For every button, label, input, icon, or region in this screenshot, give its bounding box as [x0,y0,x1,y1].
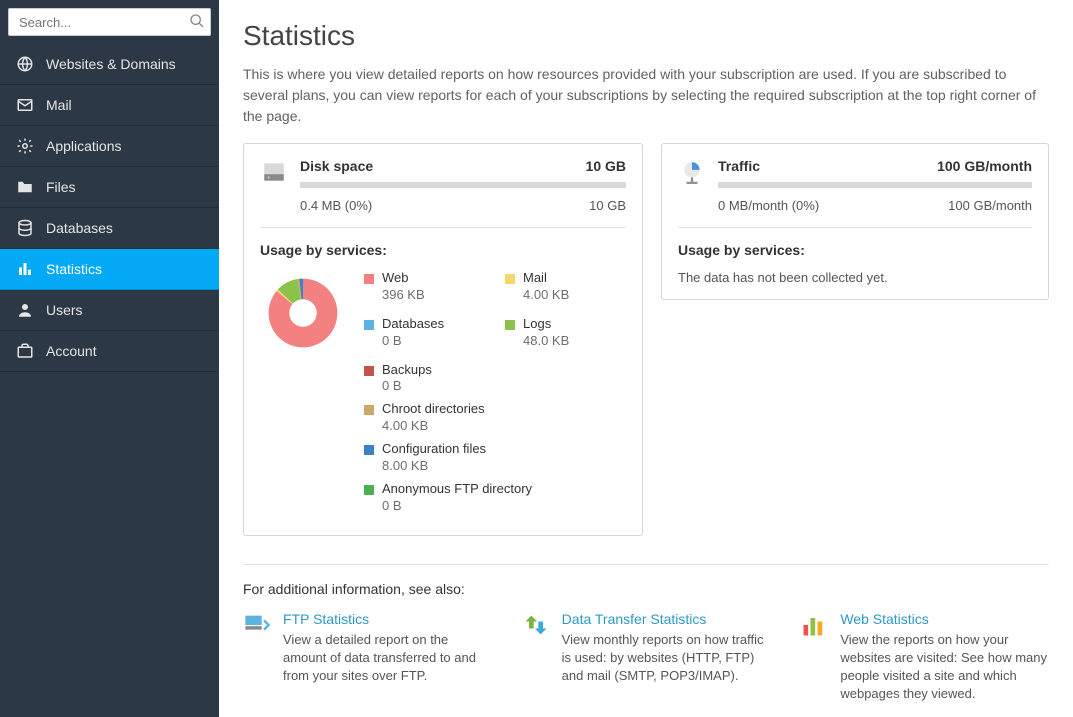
disk-total-top: 10 GB [586,158,626,174]
disk-title: Disk space [300,158,373,174]
legend-name: Chroot directories [382,401,485,418]
nav-label: Databases [46,220,113,236]
traffic-used: 0 MB/month (0%) [718,198,819,213]
legend-value: 0 B [382,378,432,395]
sidebar: Websites & Domains Mail Applications Fil… [0,0,219,717]
legend-value: 48.0 KB [523,333,569,350]
color-swatch [505,320,515,330]
disk-icon [260,158,288,186]
legend-name: Logs [523,316,569,333]
disk-space-panel: Disk space 10 GB 0.4 MB (0%) 10 GB Usage… [243,143,643,536]
link-title[interactable]: Data Transfer Statistics [562,611,771,627]
legend-value: 8.00 KB [382,458,486,475]
legend-name: Anonymous FTP directory [382,481,532,498]
nav-mail[interactable]: Mail [0,85,219,126]
color-swatch [364,274,374,284]
database-icon [14,219,36,237]
link-desc: View a detailed report on the amount of … [283,631,492,686]
disk-usage-title: Usage by services: [260,242,626,258]
traffic-no-data: The data has not been collected yet. [678,270,1032,285]
legend-item: Web396 KB [364,270,485,304]
link-title[interactable]: FTP Statistics [283,611,492,627]
globe-icon [14,55,36,73]
traffic-total-top: 100 GB/month [937,158,1032,174]
nav-label: Mail [46,97,72,113]
disk-usage-bar [300,182,626,188]
legend-item: Logs48.0 KB [505,316,626,350]
color-swatch [364,405,374,415]
nav-databases[interactable]: Databases [0,208,219,249]
legend-item: Backups0 B [364,362,626,396]
search-box [8,8,211,36]
link-web-statistics: Web Statistics View the reports on how y… [800,611,1049,704]
legend-value: 396 KB [382,287,425,304]
traffic-panel: Traffic 100 GB/month 0 MB/month (0%) 100… [661,143,1049,300]
nav-files[interactable]: Files [0,167,219,208]
nav-websites-domains[interactable]: Websites & Domains [0,44,219,85]
nav-users[interactable]: Users [0,290,219,331]
legend-item: Mail4.00 KB [505,270,626,304]
usage-legend: Web396 KBMail4.00 KBDatabases0 BLogs48.0… [364,270,626,521]
see-also-heading: For additional information, see also: [243,581,1049,597]
link-data-transfer-statistics: Data Transfer Statistics View monthly re… [522,611,771,704]
user-icon [14,301,36,319]
ftp-stats-icon [243,611,271,639]
divider [678,227,1032,228]
legend-item: Configuration files8.00 KB [364,441,626,475]
nav-label: Users [46,302,83,318]
legend-name: Backups [382,362,432,379]
nav-label: Applications [46,138,122,154]
gear-icon [14,137,36,155]
nav-label: Statistics [46,261,102,277]
color-swatch [364,320,374,330]
legend-item: Anonymous FTP directory0 B [364,481,626,515]
disk-used: 0.4 MB (0%) [300,198,372,213]
link-desc: View the reports on how your websites ar… [840,631,1049,704]
search-icon[interactable] [189,13,205,34]
link-desc: View monthly reports on how traffic is u… [562,631,771,686]
traffic-usage-bar [718,182,1032,188]
traffic-total: 100 GB/month [948,198,1032,213]
color-swatch [364,366,374,376]
search-input[interactable] [8,8,211,36]
color-swatch [364,485,374,495]
legend-name: Web [382,270,425,287]
legend-item: Chroot directories4.00 KB [364,401,626,435]
nav-label: Account [46,343,97,359]
briefcase-icon [14,342,36,360]
folder-icon [14,178,36,196]
legend-name: Mail [523,270,569,287]
traffic-usage-title: Usage by services: [678,242,1032,258]
color-swatch [505,274,515,284]
legend-name: Databases [382,316,444,333]
traffic-title: Traffic [718,158,760,174]
nav-statistics[interactable]: Statistics [0,249,219,290]
legend-value: 0 B [382,333,444,350]
section-divider [243,564,1049,565]
page-description: This is where you view detailed reports … [243,64,1049,127]
disk-total: 10 GB [589,198,626,213]
main-content: Statistics This is where you view detail… [219,0,1073,717]
data-transfer-icon [522,611,550,639]
legend-value: 4.00 KB [382,418,485,435]
traffic-icon [678,158,706,186]
legend-value: 4.00 KB [523,287,569,304]
link-title[interactable]: Web Statistics [840,611,1049,627]
nav-label: Files [46,179,76,195]
legend-value: 0 B [382,498,532,515]
link-ftp-statistics: FTP Statistics View a detailed report on… [243,611,492,704]
usage-pie-chart [260,270,346,356]
divider [260,227,626,228]
nav-label: Websites & Domains [46,56,176,72]
nav-applications[interactable]: Applications [0,126,219,167]
web-stats-icon [800,611,828,639]
legend-name: Configuration files [382,441,486,458]
bar-chart-icon [14,260,36,278]
legend-item: Databases0 B [364,316,485,350]
color-swatch [364,445,374,455]
mail-icon [14,96,36,114]
nav-account[interactable]: Account [0,331,219,372]
page-title: Statistics [243,20,1049,52]
